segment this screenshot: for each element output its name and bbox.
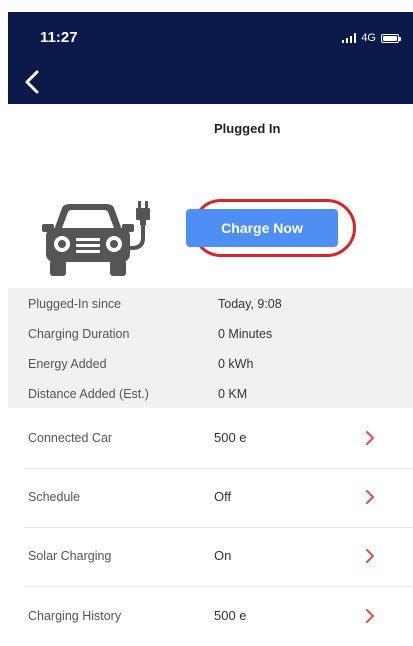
menu-item-value: 500 e [214,608,247,623]
info-row: Energy Added 0 kWh [8,349,413,379]
divider [24,586,413,587]
info-label: Plugged-In since [28,297,122,311]
app-header: 11:27 4G [8,12,413,104]
signal-icon [341,33,357,43]
info-row: Distance Added (Est.) 0 KM [8,379,413,409]
chevron-right-icon [366,490,374,504]
menu-item-charging-history[interactable]: Charging History 500 e [8,588,413,646]
menu-item-solar-charging[interactable]: Solar Charging On [8,528,413,586]
info-label: Energy Added [28,357,107,371]
menu-item-schedule[interactable]: Schedule Off [8,469,413,527]
info-value: 0 kWh [218,357,254,371]
back-chevron-icon[interactable] [21,69,43,95]
menu-item-value: On [214,548,232,563]
menu-item-label: Solar Charging [28,549,112,563]
menu-item-label: Charging History [28,609,122,623]
status-indicators: 4G [341,32,401,44]
battery-icon [381,33,401,43]
chevron-right-icon [366,549,374,563]
menu-item-value: 500 e [214,430,247,445]
info-row: Plugged-In since Today, 9:08 [8,289,413,319]
charge-now-button[interactable]: Charge Now [186,209,338,247]
info-row: Charging Duration 0 Minutes [8,319,413,349]
info-value: Today, 9:08 [218,297,282,311]
info-label: Charging Duration [28,327,130,341]
info-label: Distance Added (Est.) [28,387,149,401]
info-value: 0 KM [218,387,248,401]
charging-info-panel: Plugged-In since Today, 9:08 Charging Du… [8,288,413,408]
info-value: 0 Minutes [218,327,273,341]
car-plug-icon [42,201,150,276]
menu-item-label: Schedule [28,490,81,504]
menu-item-value: Off [214,489,232,504]
network-label: 4G [361,32,376,44]
menu-item-label: Connected Car [28,431,113,445]
chevron-right-icon [366,609,374,623]
menu-item-connected-car[interactable]: Connected Car 500 e [8,410,413,468]
status-time: 11:27 [40,29,78,46]
page-title: Plugged In [214,121,281,136]
chevron-right-icon [366,431,374,445]
